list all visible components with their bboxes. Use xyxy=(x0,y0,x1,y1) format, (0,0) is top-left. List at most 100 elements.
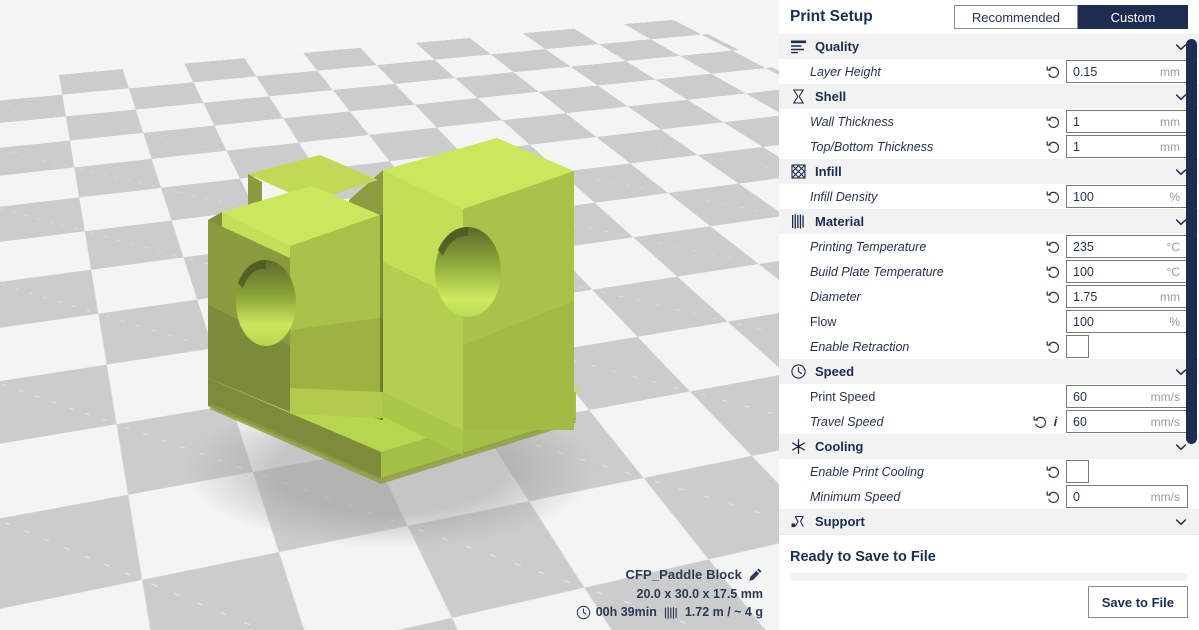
setting-checkbox[interactable] xyxy=(1066,335,1089,358)
tab-custom[interactable]: Custom xyxy=(1078,5,1188,29)
revert-icon[interactable] xyxy=(1046,240,1060,254)
setting-input[interactable]: 1.75 mm xyxy=(1066,285,1188,308)
filament-spool-icon xyxy=(664,606,677,619)
setting-input[interactable]: 1 mm xyxy=(1066,110,1188,133)
setting-checkbox[interactable] xyxy=(1066,460,1089,483)
material-usage-label: 1.72 m / ~ 4 g xyxy=(684,605,763,620)
settings-list: Quality Layer Height 0.15 mm Shell Wall Thick… xyxy=(779,34,1199,534)
setting-controls: i xyxy=(1033,415,1060,429)
setting-value: 235 xyxy=(1073,239,1094,254)
support-icon xyxy=(790,513,807,530)
setting-input[interactable]: 100% xyxy=(1066,310,1188,333)
setting-input[interactable]: 100 °C xyxy=(1066,260,1188,283)
setting-value: 1 xyxy=(1073,139,1080,154)
category-label: Material xyxy=(815,214,865,229)
speed-icon xyxy=(790,363,807,380)
tab-recommended[interactable]: Recommended xyxy=(953,5,1078,29)
settings-category-infill[interactable]: Infill xyxy=(779,159,1199,184)
print-time-group: 00h 39min xyxy=(576,603,657,622)
setting-input[interactable]: 0 mm/s xyxy=(1066,485,1188,508)
revert-icon[interactable] xyxy=(1046,140,1060,154)
setting-controls xyxy=(1046,490,1060,504)
settings-category-quality[interactable]: Quality xyxy=(779,34,1199,59)
clock-icon xyxy=(576,605,590,620)
setting-value: 100 xyxy=(1073,264,1094,279)
revert-icon[interactable] xyxy=(1046,340,1060,354)
setting-label: Wall Thickness xyxy=(810,114,894,129)
setting-label: Minimum Speed xyxy=(810,489,901,504)
setting-input[interactable]: 100% xyxy=(1066,185,1188,208)
revert-icon[interactable] xyxy=(1046,115,1060,129)
setting-row: Infill Density 100% xyxy=(779,184,1199,209)
settings-category-support[interactable]: Support xyxy=(779,509,1199,534)
revert-icon[interactable] xyxy=(1046,65,1060,79)
revert-icon[interactable] xyxy=(1046,490,1060,504)
setting-input[interactable]: 60 mm/s xyxy=(1066,410,1188,433)
settings-category-cooling[interactable]: Cooling xyxy=(779,434,1199,459)
setting-value: 60 xyxy=(1073,414,1087,429)
model-3d-render[interactable] xyxy=(0,0,779,630)
setting-unit: mm/s xyxy=(1150,489,1180,504)
settings-scrollbar-thumb[interactable] xyxy=(1186,39,1197,444)
setting-value: 1.75 xyxy=(1073,289,1098,304)
setting-row: Wall Thickness 1 mm xyxy=(779,109,1199,134)
setting-input[interactable]: 60 mm/s xyxy=(1066,385,1188,408)
setting-unit: % xyxy=(1169,189,1180,204)
settings-category-shell[interactable]: Shell xyxy=(779,84,1199,109)
setting-input[interactable]: 0.15 mm xyxy=(1066,60,1188,83)
save-to-file-button[interactable]: Save to File xyxy=(1087,586,1188,618)
setting-row: Printing Temperature 235 °C xyxy=(779,234,1199,259)
setting-controls xyxy=(1046,465,1060,479)
settings-scrollbar-track[interactable] xyxy=(1186,36,1197,532)
setting-label: Travel Speed xyxy=(810,414,884,429)
model-stats-row: 00h 39min 1.72 m / ~ 4 g xyxy=(576,603,763,622)
setting-unit: mm xyxy=(1160,289,1180,304)
progress-bar xyxy=(790,573,1188,581)
setting-input[interactable]: 1 mm xyxy=(1066,135,1188,158)
setting-row: Print Speed 60 mm/s xyxy=(779,384,1199,409)
settings-scroll-area[interactable]: Quality Layer Height 0.15 mm Shell Wall Thick… xyxy=(779,34,1199,534)
setting-label: Top/Bottom Thickness xyxy=(810,139,934,154)
category-label: Infill xyxy=(815,164,842,179)
panel-header: Print Setup Recommended Custom xyxy=(779,0,1199,34)
category-label: Quality xyxy=(815,39,860,54)
cura-application-window: CFP_Paddle Block 20.0 x 30.0 x 17.5 mm 0… xyxy=(0,0,1199,630)
revert-icon[interactable] xyxy=(1046,265,1060,279)
setting-controls xyxy=(1046,265,1060,279)
setting-value: 1 xyxy=(1073,114,1080,129)
setting-row: Layer Height 0.15 mm xyxy=(779,59,1199,84)
pencil-icon[interactable] xyxy=(748,567,763,582)
setting-input[interactable]: 235 °C xyxy=(1066,235,1188,258)
settings-category-speed[interactable]: Speed xyxy=(779,359,1199,384)
settings-category-material[interactable]: Material xyxy=(779,209,1199,234)
setting-value: 100 xyxy=(1073,189,1094,204)
cooling-icon xyxy=(790,438,807,455)
shell-icon xyxy=(790,88,807,105)
print-time-label: 00h 39min xyxy=(595,605,657,620)
setting-row: Enable Print Cooling xyxy=(779,459,1199,484)
setting-controls xyxy=(1046,240,1060,254)
setting-row: Travel Speed i 60 mm/s xyxy=(779,409,1199,434)
checkbox-wrap xyxy=(1066,460,1188,483)
category-label: Cooling xyxy=(815,439,864,454)
setting-unit: mm xyxy=(1160,114,1180,129)
panel-footer: Ready to Save to File Save to File xyxy=(779,534,1199,630)
3d-viewport[interactable]: CFP_Paddle Block 20.0 x 30.0 x 17.5 mm 0… xyxy=(0,0,779,630)
mode-tab-group: Recommended Custom xyxy=(953,5,1188,29)
setting-row: Flow 100% xyxy=(779,309,1199,334)
revert-icon[interactable] xyxy=(1046,190,1060,204)
material-icon xyxy=(790,213,807,230)
revert-icon[interactable] xyxy=(1046,290,1060,304)
infill-icon xyxy=(790,163,807,180)
revert-icon[interactable] xyxy=(1046,465,1060,479)
setting-value: 0 xyxy=(1073,489,1080,504)
setting-label: Diameter xyxy=(810,289,861,304)
setting-label: Layer Height xyxy=(810,64,881,79)
revert-icon[interactable] xyxy=(1033,415,1047,429)
setting-controls xyxy=(1046,340,1060,354)
info-icon[interactable]: i xyxy=(1051,415,1060,429)
setting-unit: mm/s xyxy=(1150,414,1180,429)
save-to-file-label: Save to File xyxy=(1101,594,1174,610)
setting-unit: mm xyxy=(1160,64,1180,79)
checkbox-wrap xyxy=(1066,335,1188,358)
